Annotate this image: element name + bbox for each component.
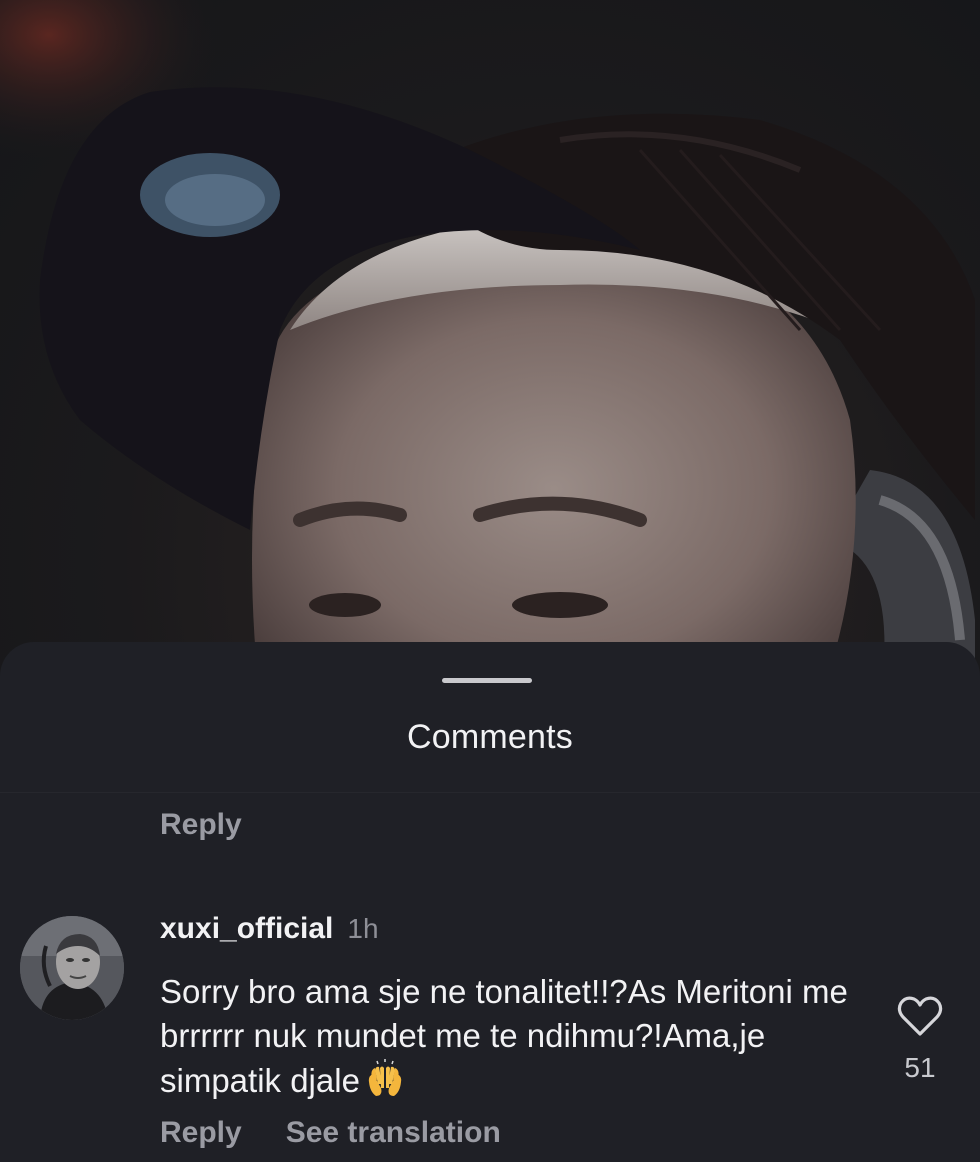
sheet-title: Comments	[407, 718, 573, 756]
avatar[interactable]	[20, 916, 124, 1020]
comment-body: Sorry bro ama sje ne tonalitet!!?As Meri…	[160, 970, 860, 1109]
reply-button[interactable]: Reply	[160, 1116, 242, 1149]
comment-actions: Reply See translation	[160, 1116, 501, 1150]
comment-text: Sorry bro ama sje ne tonalitet!!?As Meri…	[160, 973, 848, 1099]
video-background	[0, 0, 980, 700]
comment-username[interactable]: xuxi_official	[160, 912, 333, 945]
comment-timestamp: 1h	[347, 913, 379, 944]
header-divider	[0, 792, 980, 793]
drag-handle[interactable]	[442, 678, 532, 683]
avatar-image	[20, 916, 124, 1020]
raising-hands-icon	[366, 1058, 404, 1109]
like-count: 51	[904, 1052, 936, 1083]
video-still-image	[0, 0, 980, 700]
heart-outline-icon[interactable]	[895, 992, 945, 1042]
comment-item: xuxi_official 1h Sorry bro ama sje ne ton…	[0, 904, 980, 1162]
see-translation-button[interactable]: See translation	[286, 1116, 501, 1149]
comments-sheet: Comments Reply xuxi_official 1h Sorry bro…	[0, 642, 980, 1162]
comment-author-row: xuxi_official 1h	[160, 912, 379, 946]
previous-comment-reply-button[interactable]: Reply	[160, 808, 242, 842]
